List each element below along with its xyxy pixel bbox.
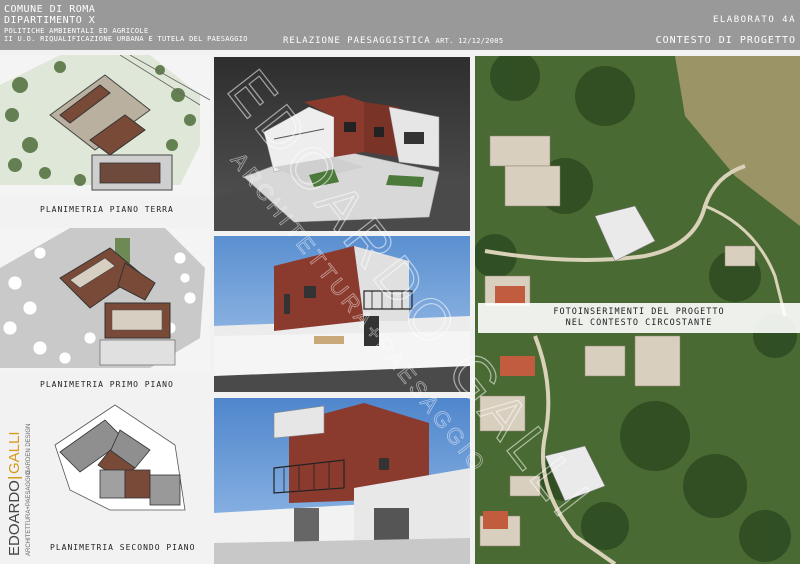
org-line-4: II U.O. RIQUALIFICAZIONE URBANA E TUTELA… <box>4 35 248 43</box>
document-title-text: RELAZIONE PAESAGGISTICA <box>283 36 431 46</box>
first-floor-drawing <box>0 228 210 373</box>
logo-name-2: GALLI <box>6 431 23 474</box>
org-line-3: POLITICHE AMBIENTALI ED AGRICOLE <box>4 27 149 35</box>
render-street-view-image <box>214 236 470 392</box>
ground-floor-drawing <box>0 55 210 195</box>
org-line-2: DIPARTIMENTO X <box>4 15 96 26</box>
document-date: ART. 12/12/2005 <box>435 37 504 45</box>
aerial-caption-line-2: NEL CONTESTO CIRCOSTANTE <box>565 318 713 328</box>
org-line-1: COMUNE DI ROMA <box>4 4 96 15</box>
logo-subtitle-1: ARCHITETTURA+PAESAGGIO <box>26 471 32 556</box>
logo-name-1: EDOARDO <box>6 480 23 556</box>
plan-first-floor <box>0 228 210 373</box>
aerial-caption-line-1: FOTOINSERIMENTI DEL PROGETTO <box>553 307 725 317</box>
logo-subtitle-2: GARDEN DESIGN <box>26 424 32 474</box>
render-corner-view <box>214 398 470 564</box>
plan-ground-floor <box>0 55 210 195</box>
caption-ground-floor: PLANIMETRIA PIANO TERRA <box>40 205 174 214</box>
render-street-view <box>214 236 470 392</box>
document-title: RELAZIONE PAESAGGISTICA ART. 12/12/2005 <box>283 36 503 46</box>
aerial-caption: FOTOINSERIMENTI DEL PROGETTO NEL CONTEST… <box>478 303 800 333</box>
sheet-number: ELABORATO 4A <box>712 15 796 25</box>
sheet-title: CONTESTO DI PROGETTO <box>655 35 796 46</box>
studio-logo-graphic: EDOARDO GALLI ARCHITETTURA+PAESAGGIO GAR… <box>6 424 32 556</box>
render-overview <box>214 57 470 231</box>
render-corner-view-image <box>214 398 470 564</box>
authority-block: COMUNE DI ROMA DIPARTIMENTO X POLITICHE … <box>4 5 248 43</box>
studio-logo: EDOARDO GALLI ARCHITETTURA+PAESAGGIO GAR… <box>2 408 42 558</box>
render-overview-image <box>214 57 470 231</box>
title-block: COMUNE DI ROMA DIPARTIMENTO X POLITICHE … <box>0 0 800 50</box>
caption-second-floor: PLANIMETRIA SECONDO PIANO <box>50 543 196 552</box>
caption-first-floor: PLANIMETRIA PRIMO PIANO <box>40 380 174 389</box>
